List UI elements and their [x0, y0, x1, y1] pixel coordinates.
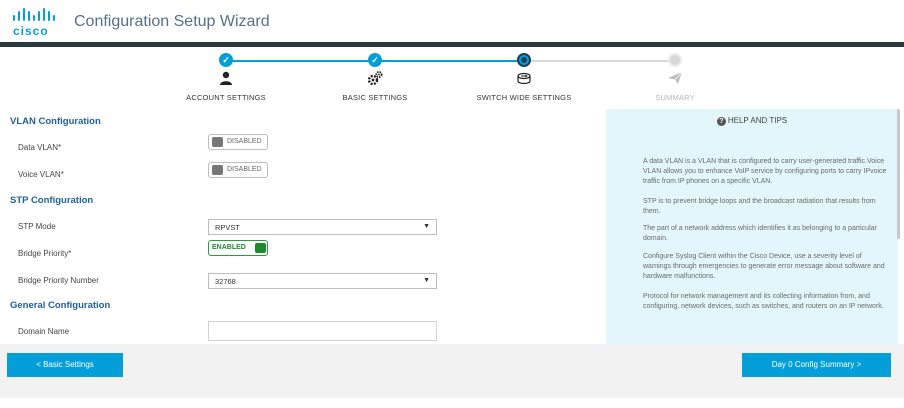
step-label: ACCOUNT SETTINGS [186, 93, 266, 102]
help-title-text: HELP AND TIPS [727, 116, 788, 125]
page-title: Configuration Setup Wizard [74, 13, 270, 30]
toggle-knob [212, 137, 223, 147]
stp-mode-label: STP Mode [18, 222, 56, 231]
app-header: cisco Configuration Setup Wizard [0, 0, 904, 42]
help-paragraph: A data VLAN is a VLAN that is configured… [643, 158, 887, 185]
toggle-knob [255, 243, 266, 253]
select-value: RPVST [215, 223, 241, 232]
help-paragraph: STP is to prevent bridge loops and the b… [643, 198, 876, 215]
section-title-general: General Configuration [10, 300, 111, 311]
chevron-down-icon: ▼ [423, 277, 430, 284]
cisco-logo-text: cisco [13, 24, 49, 38]
toggle-state: DISABLED [227, 166, 262, 173]
step-basic-settings[interactable]: ✓ BASIC SETTINGS [310, 53, 440, 102]
back-button[interactable]: < Basic Settings [7, 353, 123, 377]
step-summary[interactable]: SUMMARY [610, 53, 740, 102]
check-icon: ✓ [368, 53, 382, 67]
step-label: BASIC SETTINGS [342, 93, 408, 102]
user-icon [220, 71, 232, 85]
step-label: SWITCH WIDE SETTINGS [476, 93, 572, 102]
help-scrollbar[interactable] [897, 109, 900, 239]
bridge-priority-number-label: Bridge Priority Number [18, 276, 99, 285]
help-title: ? HELP AND TIPS [606, 116, 898, 126]
pending-step-icon [668, 53, 682, 67]
current-step-icon [517, 53, 531, 67]
switch-icon [517, 72, 531, 85]
bridge-priority-number-select[interactable]: 32768 ▼ [208, 273, 437, 289]
step-switch-wide-settings[interactable]: SWITCH WIDE SETTINGS [459, 53, 589, 102]
paper-plane-icon [668, 71, 683, 84]
check-icon: ✓ [219, 53, 233, 67]
domain-name-label: Domain Name [18, 327, 70, 336]
bridge-priority-toggle[interactable]: ENABLED [208, 240, 268, 256]
bridge-priority-label: Bridge Priority* [18, 249, 72, 258]
toggle-state: DISABLED [227, 138, 262, 145]
stp-mode-select[interactable]: RPVST ▼ [208, 219, 437, 235]
toggle-knob [212, 165, 223, 175]
domain-name-input[interactable] [208, 321, 437, 341]
help-paragraph: The part of a network address which iden… [643, 225, 877, 242]
select-value: 32768 [215, 277, 236, 286]
voice-vlan-toggle[interactable]: DISABLED [208, 162, 268, 178]
chevron-down-icon: ▼ [423, 223, 430, 230]
help-paragraph: Configure Syslog Client within the Cisco… [643, 253, 885, 280]
gears-icon [367, 71, 383, 86]
voice-vlan-label: Voice VLAN* [18, 170, 64, 179]
section-title-vlan: VLAN Configuration [10, 116, 101, 127]
help-panel: ? HELP AND TIPS A data VLAN is a VLAN tha… [606, 109, 898, 344]
footer [0, 398, 904, 408]
wizard-stepper: ✓ ACCOUNT SETTINGS ✓ BASIC SETTINGS SWIT… [0, 47, 904, 102]
section-title-stp: STP Configuration [10, 195, 94, 206]
data-vlan-label: Data VLAN* [18, 143, 62, 152]
settings-form: VLAN Configuration Data VLAN* DISABLED V… [0, 102, 904, 344]
help-question-icon: ? [716, 117, 726, 126]
step-account-settings[interactable]: ✓ ACCOUNT SETTINGS [161, 53, 291, 102]
toggle-state: ENABLED [212, 244, 246, 251]
help-paragraph: Protocol for network management and its … [643, 293, 884, 310]
next-button[interactable]: Day 0 Config Summary > [742, 353, 891, 377]
step-label: SUMMARY [655, 93, 695, 102]
data-vlan-toggle[interactable]: DISABLED [208, 134, 268, 150]
